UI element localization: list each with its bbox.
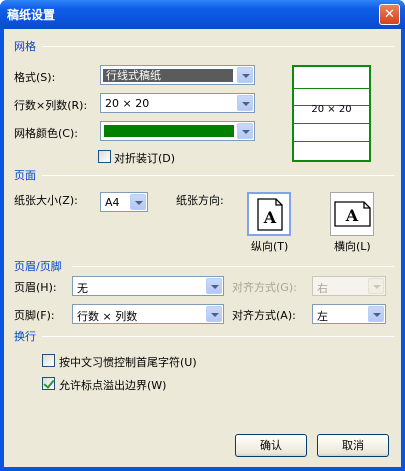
chevron-down-icon <box>368 278 384 294</box>
rowcol-value: 20 × 20 <box>105 97 150 110</box>
format-label: 格式(S): <box>14 71 56 84</box>
chinese-line-break-checkbox[interactable] <box>42 354 55 367</box>
grid-section-title: 网格 <box>14 40 36 53</box>
landscape-button[interactable]: A <box>330 192 374 236</box>
fold-binding-checkbox[interactable] <box>98 150 111 163</box>
ok-button[interactable]: 确认 <box>235 434 307 457</box>
footer-align-select[interactable]: 左 <box>312 304 386 324</box>
page-section-divider <box>42 175 394 176</box>
header-footer-divider <box>72 266 394 267</box>
grid-section-divider <box>42 46 394 47</box>
color-swatch <box>104 125 234 137</box>
wrap-section-title: 换行 <box>14 330 36 343</box>
chevron-down-icon[interactable] <box>237 123 253 139</box>
dialog-body: 网格 格式(S): 行线式稿纸 行数×列数(R): 20 × 20 网格颜色(C… <box>4 29 401 467</box>
footer-label: 页脚(F): <box>14 309 55 322</box>
header-select[interactable]: 无 <box>72 276 224 296</box>
chevron-down-icon[interactable] <box>206 278 222 294</box>
chevron-down-icon[interactable] <box>206 306 222 322</box>
chevron-down-icon[interactable] <box>237 95 253 111</box>
preview-line <box>294 141 369 142</box>
punctuation-overflow-label: 允许标点溢出边界(W) <box>59 379 167 392</box>
window-title: 稿纸设置 <box>7 8 56 22</box>
orientation-label: 纸张方向: <box>176 194 224 207</box>
footer-align-value: 左 <box>317 310 328 323</box>
footer-align-label: 对齐方式(A): <box>232 309 296 322</box>
wrap-section-divider <box>42 336 394 337</box>
rowcol-label: 行数×列数(R): <box>14 99 88 112</box>
page-section-title: 页面 <box>14 169 36 182</box>
grid-color-select[interactable] <box>100 121 255 141</box>
chevron-down-icon[interactable] <box>368 306 384 322</box>
portrait-page-icon: A <box>257 198 283 231</box>
chevron-down-icon[interactable] <box>237 67 253 83</box>
header-align-label: 对齐方式(G): <box>232 281 297 294</box>
grid-color-label: 网格颜色(C): <box>14 127 78 140</box>
paper-size-label: 纸张大小(Z): <box>14 194 78 207</box>
close-button[interactable]: ✕ <box>379 4 400 25</box>
cancel-button[interactable]: 取消 <box>317 434 389 457</box>
format-value: 行线式稿纸 <box>103 69 233 82</box>
paper-size-value: A4 <box>105 196 120 209</box>
dialog-window: 稿纸设置 ✕ 网格 格式(S): 行线式稿纸 行数×列数(R): 20 × 20… <box>0 0 405 471</box>
paper-size-select[interactable]: A4 <box>100 192 148 212</box>
landscape-glyph: A <box>345 206 359 225</box>
preview-line <box>294 88 369 89</box>
header-footer-section-title: 页眉/页脚 <box>14 260 62 273</box>
footer-select[interactable]: 行数 × 列数 <box>72 304 224 324</box>
header-label: 页眉(H): <box>14 281 57 294</box>
chevron-down-icon[interactable] <box>130 194 146 210</box>
punctuation-overflow-checkbox[interactable] <box>42 377 55 390</box>
preview-line <box>294 123 369 124</box>
portrait-button[interactable]: A <box>247 192 291 236</box>
header-align-select: 右 <box>312 276 386 296</box>
footer-value: 行数 × 列数 <box>77 310 138 323</box>
rowcol-select[interactable]: 20 × 20 <box>100 93 255 113</box>
landscape-label[interactable]: 横向(L) <box>334 238 371 254</box>
format-select[interactable]: 行线式稿纸 <box>100 65 255 85</box>
grid-preview: 20 × 20 <box>292 65 371 162</box>
portrait-label[interactable]: 纵向(T) <box>251 238 288 254</box>
portrait-glyph: A <box>263 208 277 227</box>
fold-binding-label: 对折装订(D) <box>114 152 176 165</box>
header-value: 无 <box>77 282 88 295</box>
landscape-page-icon: A <box>334 201 371 227</box>
title-bar[interactable]: 稿纸设置 ✕ <box>0 0 405 29</box>
preview-text: 20 × 20 <box>311 104 352 115</box>
chinese-line-break-label: 按中文习惯控制首尾字符(U) <box>59 356 197 369</box>
header-align-value: 右 <box>317 282 328 295</box>
